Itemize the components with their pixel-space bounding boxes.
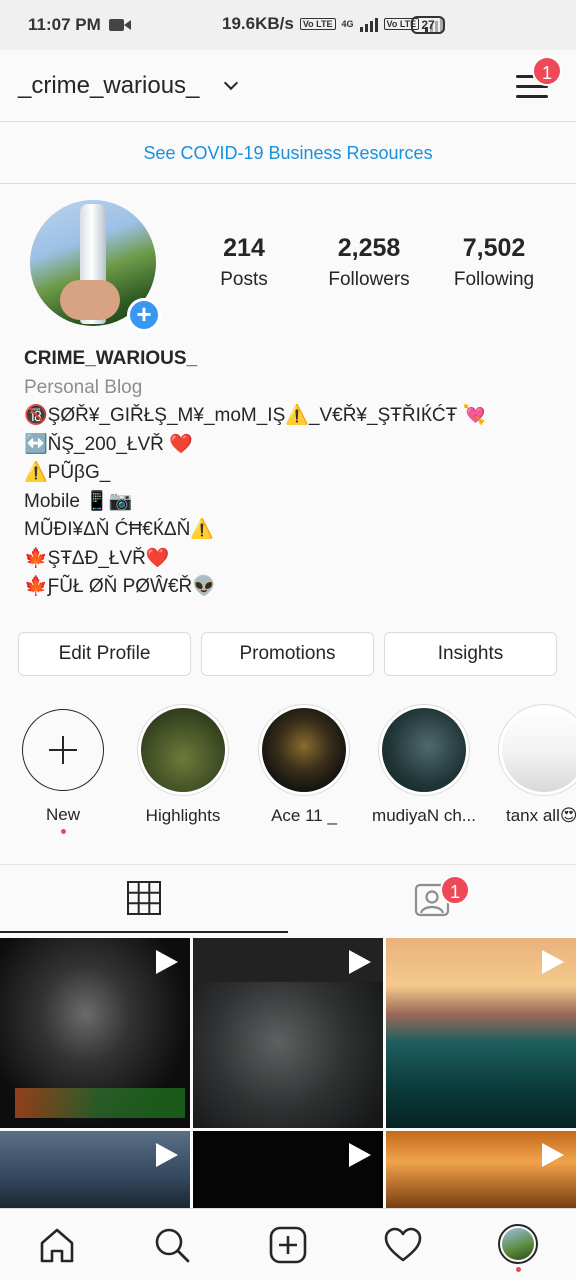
highlight-label: tanx all😍 [506,806,576,825]
insights-button[interactable]: Insights [384,632,557,676]
add-post-icon[interactable] [268,1225,308,1265]
profile-avatar-mini [502,1228,534,1260]
grid-icon[interactable] [127,881,161,915]
chevron-down-icon[interactable] [223,75,239,91]
highlight-thumbnail [382,708,466,792]
play-icon [349,1143,371,1167]
profile-header: _crime_warious_ 1 [0,50,576,122]
post-thumbnail[interactable] [386,938,576,1128]
highlight-ring [258,704,350,796]
highlight-thumbnail [262,708,346,792]
heart-icon[interactable] [383,1225,423,1265]
play-icon [349,950,371,974]
highlight-thumbnail [502,708,576,792]
bio-line: 🍁ƑŨŁ ØŇ PØŴ€Ř👽 [24,576,216,597]
bio-line: 🔞ŞØŘ¥_GIŘŁŞ_M¥_moM_IŞ⚠️_V€Ř¥_ŞŦŘIЌĆŦ 💘 [24,405,487,426]
following-label: Following [453,269,535,290]
bio-line: ⚠️PŨβG_ [24,462,111,483]
post-thumbnail[interactable] [0,1131,190,1208]
highlight-item[interactable]: Highlights [128,704,238,826]
profile-tabs: 1 [0,864,576,934]
add-story-plus-icon[interactable]: + [127,298,161,332]
profile-icon[interactable] [498,1224,538,1264]
play-icon [542,1143,564,1167]
signal-icon [359,16,378,32]
stat-following[interactable]: 7,502 Following [429,234,559,291]
highlight-new[interactable]: New [8,704,118,834]
battery-indicator: 27 [411,16,445,34]
status-bar: 11:07 PM 19.6KB/s Vo LTE 4G Vo LTE 27 [0,0,576,50]
highlight-label: Ace 11 _ [271,806,337,825]
network-type: 4G [341,19,354,29]
play-icon [542,950,564,974]
highlight-ring [137,704,229,796]
post-thumbnail[interactable] [193,1131,383,1208]
avatar-photo-hand [60,280,120,320]
followers-label: Followers [328,269,410,290]
highlight-thumbnail [141,708,225,792]
play-icon [156,950,178,974]
bio-line: ↔️ŇŞ_200_ŁVŘ ❤️ [24,433,193,455]
post-image-detail [15,1088,185,1118]
play-icon [156,1143,178,1167]
stat-followers[interactable]: 2,258 Followers [304,234,434,291]
covid-resources-link[interactable]: See COVID-19 Business Resources [0,122,576,184]
stat-posts[interactable]: 214 Posts [179,234,309,291]
plus-icon [22,709,104,791]
highlight-ring [378,704,470,796]
posts-count: 214 [223,234,265,262]
followers-count: 2,258 [337,234,401,262]
highlight-label: mudiyaN ch... [372,806,476,825]
edit-profile-button[interactable]: Edit Profile [18,632,191,676]
highlight-item[interactable]: mudiyaN ch... [369,704,479,826]
highlight-item[interactable]: Ace 11 _ [249,704,359,826]
status-time: 11:07 PM [28,15,101,34]
tagged-notification-badge: 1 [440,875,470,905]
bottom-navigation [0,1208,576,1280]
menu-notification-badge: 1 [532,56,562,86]
video-camera-icon [108,19,131,31]
profile-indicator-dot [516,1267,521,1272]
bio-line: Mobile 📱📷 [24,490,133,512]
home-icon[interactable] [37,1225,77,1265]
profile-category: Personal Blog [24,376,143,398]
volte-badge: Vo LTE [299,18,336,30]
promotions-button[interactable]: Promotions [201,632,374,676]
bio-line: 🍁ŞŦΔĐ_ŁVŘ❤️ [24,547,170,569]
profile-name: CRIME_WARIOUS_ [24,348,198,369]
bio-line: MŨĐI¥ΔŇ ĆĦ€ЌΔŇ⚠️ [24,519,214,540]
network-speed: 19.6KB/s [222,14,294,33]
highlight-ring [498,704,576,796]
post-thumbnail[interactable] [193,938,383,1128]
new-indicator-dot [60,829,66,834]
active-tab-indicator [0,931,288,933]
profile-bio: CRIME_WARIOUS_ Personal Blog 🔞ŞØŘ¥_GIŘŁŞ… [24,345,564,602]
status-network-group: 19.6KB/s Vo LTE 4G Vo LTE [222,14,444,34]
account-switcher-username[interactable]: _crime_warious_ [18,72,199,100]
highlight-label: New [45,805,80,824]
post-thumbnail[interactable] [0,938,190,1128]
following-count: 7,502 [462,234,526,262]
highlight-label: Highlights [145,806,221,825]
highlight-item[interactable]: tanx all😍 [490,704,576,826]
posts-label: Posts [220,269,268,290]
post-thumbnail[interactable] [386,1131,576,1208]
search-icon[interactable] [152,1225,192,1265]
status-time-group: 11:07 PM [28,15,131,35]
